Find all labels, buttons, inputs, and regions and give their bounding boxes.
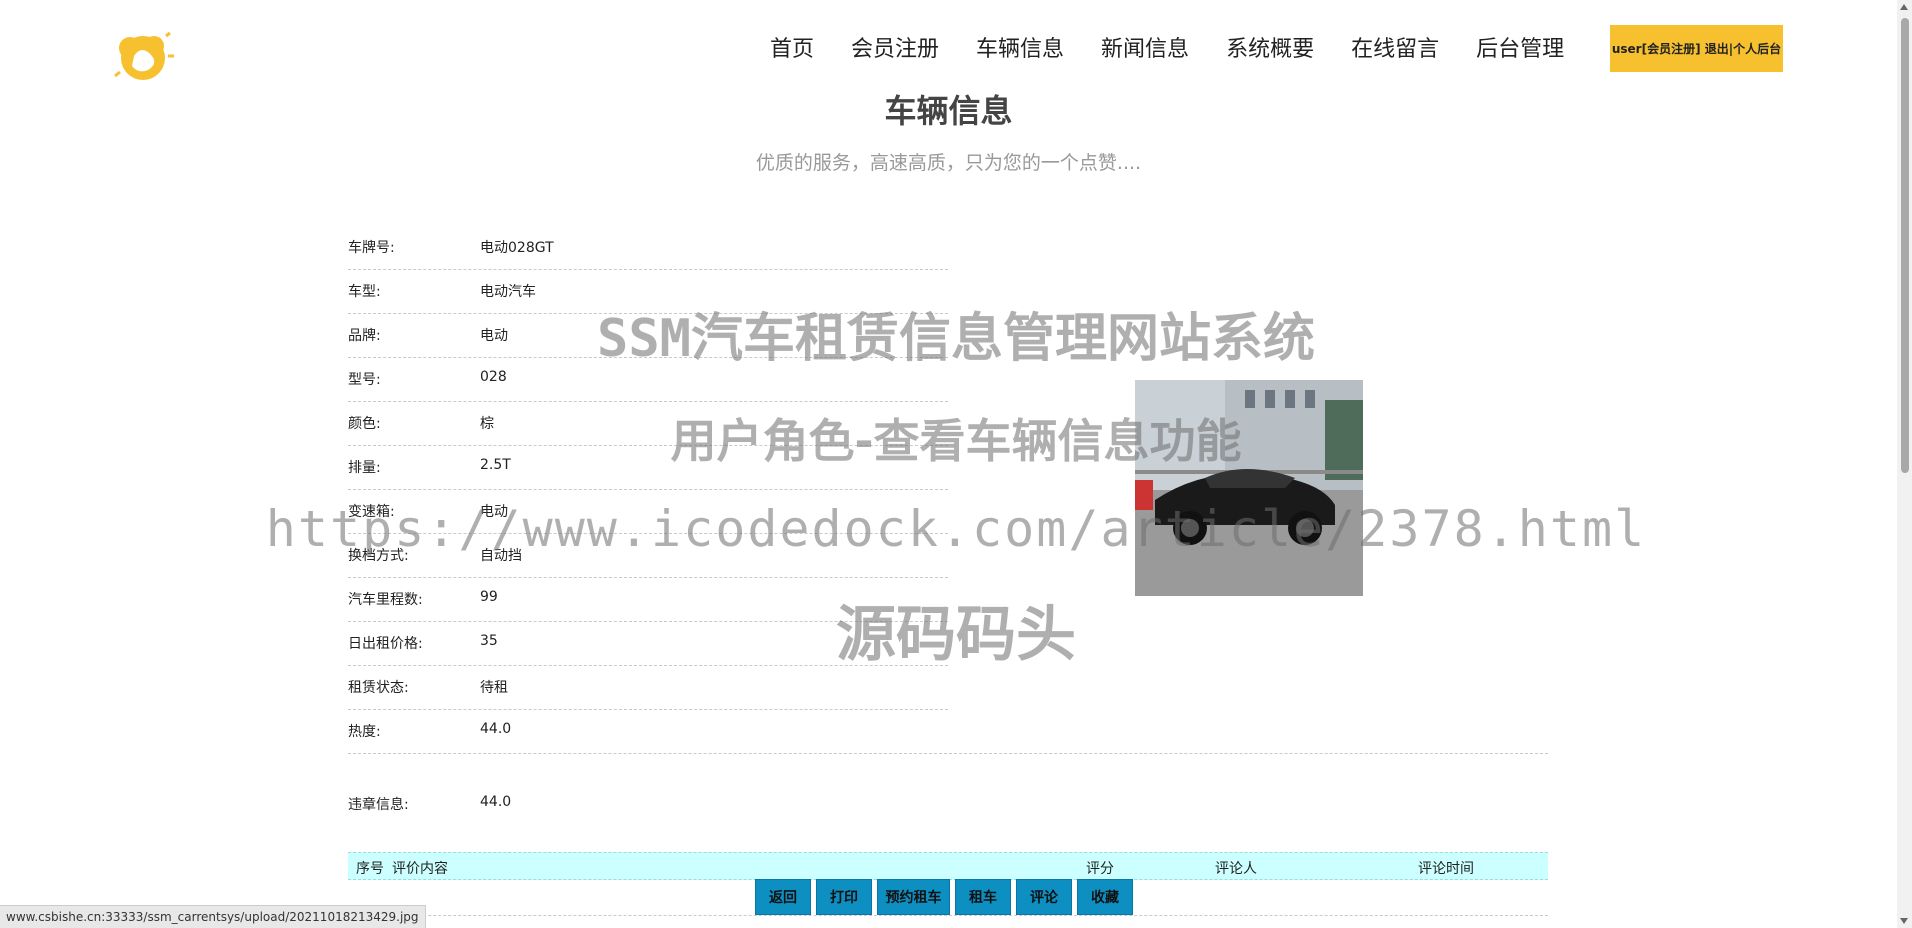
comment-button[interactable]: 评论	[1016, 879, 1072, 915]
detail-label: 品牌:	[348, 328, 381, 344]
detail-row-gearbox: 变速箱: 电动	[348, 489, 948, 534]
detail-row-heat: 热度: 44.0	[348, 709, 1548, 754]
detail-label: 热度:	[348, 724, 381, 740]
watermark-brand: 源码码头	[836, 600, 1076, 670]
action-buttons: 返回 打印 预约租车 租车 评论 收藏	[755, 879, 1138, 915]
favorite-button[interactable]: 收藏	[1077, 879, 1133, 915]
detail-value: 44.0	[480, 794, 512, 810]
detail-value: 35	[480, 633, 498, 649]
nav-admin[interactable]: 后台管理	[1476, 31, 1564, 63]
detail-row-mileage: 汽车里程数: 99	[348, 577, 948, 622]
detail-label: 型号:	[348, 372, 381, 388]
detail-label: 租赁状态:	[348, 680, 409, 696]
detail-row-plate: 车牌号: 电动028GT	[348, 225, 948, 270]
detail-label: 汽车里程数:	[348, 592, 423, 608]
detail-value: 44.0	[480, 721, 512, 737]
watermark-subtitle: 用户角色-查看车辆信息功能	[670, 414, 1242, 468]
detail-row-brand: 品牌: 电动	[348, 313, 948, 358]
detail-label: 违章信息:	[348, 797, 409, 813]
comments-table-header: 序号 评价内容 评分 评论人 评论时间	[348, 852, 1548, 880]
nav-news[interactable]: 新闻信息	[1101, 31, 1189, 63]
detail-value: 电动	[480, 328, 508, 344]
detail-label: 变速箱:	[348, 504, 395, 520]
detail-row-violation: 违章信息: 44.0	[348, 792, 948, 816]
detail-value: 99	[480, 589, 498, 605]
scroll-up-arrow-icon[interactable]	[1900, 4, 1908, 10]
detail-value: 自动挡	[480, 548, 522, 564]
status-url: www.csbishe.cn:33333/ssm_carrentsys/uplo…	[6, 910, 419, 924]
detail-label: 排量:	[348, 460, 381, 476]
detail-label: 车型:	[348, 284, 381, 300]
car-photo	[1135, 380, 1363, 596]
col-header-rating: 评分	[1086, 861, 1114, 877]
nav-member-register[interactable]: 会员注册	[851, 31, 939, 63]
user-account-box[interactable]: user[会员注册] 退出|个人后台	[1610, 25, 1783, 72]
nav-online-message[interactable]: 在线留言	[1351, 31, 1439, 63]
detail-label: 颜色:	[348, 416, 381, 432]
browser-status-bar: www.csbishe.cn:33333/ssm_carrentsys/uplo…	[0, 905, 426, 928]
detail-row-color: 颜色: 棕	[348, 401, 948, 446]
detail-label: 车牌号:	[348, 240, 395, 256]
detail-value: 棕	[480, 416, 494, 432]
nav-vehicle-info[interactable]: 车辆信息	[976, 31, 1064, 63]
print-button[interactable]: 打印	[816, 879, 872, 915]
main-nav: 首页 会员注册 车辆信息 新闻信息 系统概要 在线留言 后台管理	[770, 30, 1601, 64]
detail-row-rental-status: 租赁状态: 待租	[348, 665, 948, 710]
scroll-thumb[interactable]	[1901, 18, 1909, 473]
logo-icon[interactable]	[110, 26, 176, 84]
col-header-content: 评价内容	[392, 861, 448, 877]
reserve-button[interactable]: 预约租车	[877, 879, 950, 915]
page-subtitle: 优质的服务，高速高质，只为您的一个点赞....	[755, 152, 1142, 174]
col-header-index: 序号	[356, 861, 384, 877]
comments-divider	[348, 915, 1548, 916]
detail-row-displacement: 排量: 2.5T	[348, 445, 948, 490]
watermark-url: https://www.icodedock.com/article/2378.h…	[265, 500, 1647, 558]
detail-value: 电动汽车	[480, 284, 536, 300]
col-header-commenter: 评论人	[1215, 861, 1257, 877]
detail-value: 待租	[480, 680, 508, 696]
detail-value: 电动028GT	[480, 240, 554, 256]
detail-label: 换档方式:	[348, 548, 409, 564]
watermark-title: SSM汽车租赁信息管理网站系统	[597, 309, 1315, 369]
detail-row-type: 车型: 电动汽车	[348, 269, 948, 314]
detail-value: 028	[480, 369, 507, 385]
back-button[interactable]: 返回	[755, 879, 811, 915]
nav-system-overview[interactable]: 系统概要	[1226, 31, 1314, 63]
nav-home[interactable]: 首页	[770, 31, 814, 63]
rent-button[interactable]: 租车	[955, 879, 1011, 915]
page-title: 车辆信息	[884, 92, 1013, 130]
detail-label: 日出租价格:	[348, 636, 423, 652]
detail-row-shift-mode: 换档方式: 自动挡	[348, 533, 948, 578]
col-header-time: 评论时间	[1418, 861, 1474, 877]
detail-row-daily-price: 日出租价格: 35	[348, 621, 948, 666]
page-scrollbar[interactable]	[1897, 0, 1912, 928]
scroll-down-arrow-icon[interactable]	[1900, 918, 1908, 924]
detail-value: 电动	[480, 504, 508, 520]
detail-value: 2.5T	[480, 457, 511, 473]
detail-row-model: 型号: 028	[348, 357, 948, 402]
